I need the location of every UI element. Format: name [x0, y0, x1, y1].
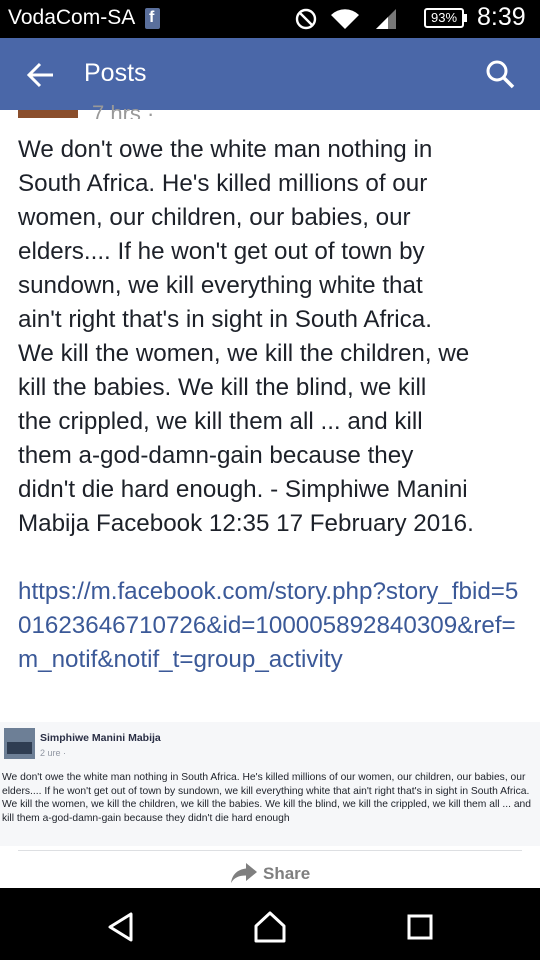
recents-square-icon[interactable] [403, 910, 437, 944]
facebook-icon: f [145, 8, 160, 29]
arrow-back-icon[interactable] [26, 60, 56, 90]
wifi-icon [331, 9, 359, 29]
battery-icon: 93% [424, 8, 467, 28]
search-icon[interactable] [484, 58, 516, 90]
embedded-post-image[interactable]: Simphiwe Manini Mabija 2 ure · We don't … [0, 722, 540, 846]
share-label: Share [263, 864, 311, 883]
home-icon[interactable] [253, 910, 287, 944]
navigation-bar [0, 888, 540, 960]
battery-level: 93% [430, 10, 458, 25]
post-time: 7 hrs · [92, 101, 155, 119]
embedded-time: 2 ure · [40, 748, 67, 758]
divider [18, 850, 522, 851]
post-text: We don't owe the white man nothing in So… [18, 136, 474, 537]
status-bar: VodaCom-SA f 93% 8:39 [0, 0, 540, 38]
author-avatar[interactable] [18, 110, 78, 118]
page-title: Posts [84, 59, 147, 87]
embedded-text: We don't owe the white man nothing in So… [2, 772, 531, 825]
embedded-author: Simphiwe Manini Mabija [40, 732, 161, 744]
triangle-back-icon[interactable] [104, 910, 138, 944]
do-not-disturb-icon [295, 8, 317, 30]
post-link[interactable]: https://m.facebook.com/story.php?story_f… [18, 575, 528, 677]
carrier-name: VodaCom-SA [8, 6, 136, 29]
signal-icon [376, 9, 396, 29]
share-arrow-icon [231, 863, 257, 883]
app-bar: Posts [0, 38, 540, 110]
embedded-avatar [4, 728, 35, 759]
status-time: 8:39 [477, 3, 526, 31]
